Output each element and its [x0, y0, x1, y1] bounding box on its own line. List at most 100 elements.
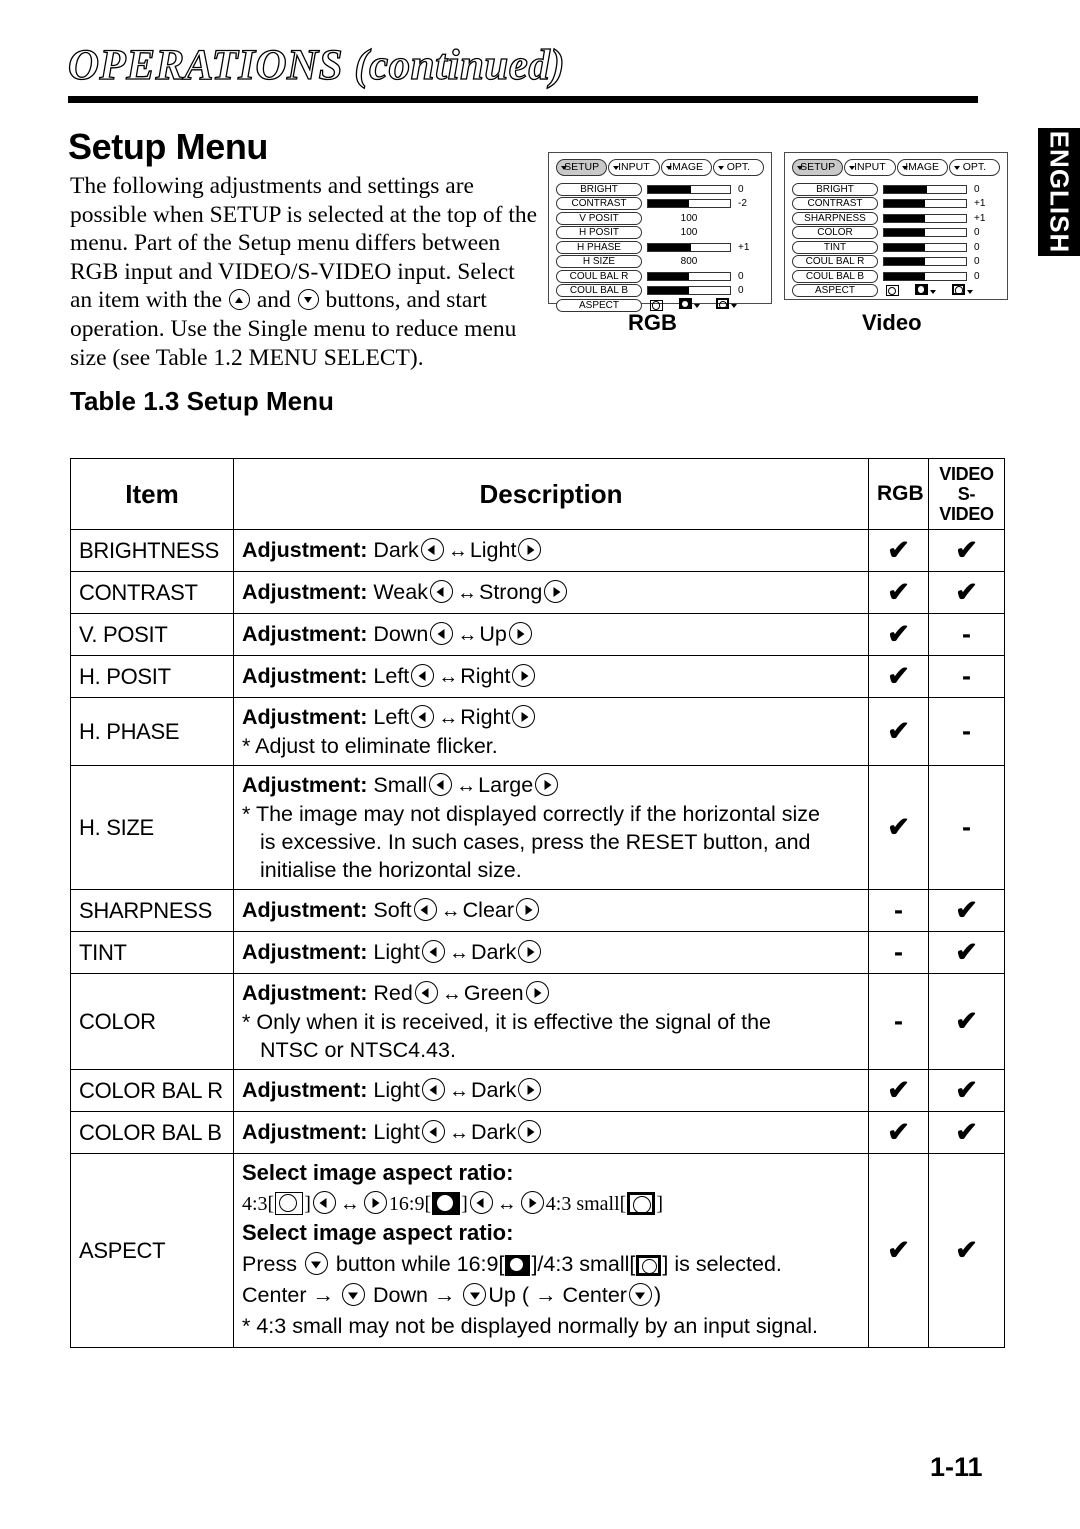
bidirectional-arrow-icon: ↔	[496, 1193, 517, 1215]
adjustment-left-word: Dark	[373, 538, 419, 562]
aspect-note: * 4:3 small may not be displayed normall…	[242, 1314, 819, 1338]
osd-aspect-icons	[878, 282, 1000, 300]
row-description: Adjustment: Down ↔Up	[233, 613, 869, 656]
page-title: Setup Menu	[68, 126, 268, 167]
up-button-icon	[228, 289, 250, 311]
adjustment-left-word: Left	[373, 664, 410, 688]
bidirectional-arrow-icon: ↔	[339, 1193, 360, 1215]
osd-row-label: H PHASE	[556, 240, 642, 254]
osd-menu-rgb: SETUP INPUT IMAGE OPT. BRIGHT 0 CONTRAST -2…	[548, 152, 772, 312]
osd-row: BRIGHT 0	[556, 182, 764, 197]
row-rgb-support: ✔	[868, 1153, 929, 1348]
row-item-name: COLOR BAL R	[70, 1069, 234, 1112]
right-button-icon	[518, 538, 542, 561]
osd-rows-rgb: BRIGHT 0 CONTRAST -2 V POSIT 100 H POSIT 100 H P…	[556, 182, 764, 313]
down-button-icon	[304, 1252, 328, 1275]
left-button-icon	[422, 1078, 446, 1101]
aspect-43-icon	[275, 1192, 304, 1215]
left-button-icon	[429, 580, 453, 603]
osd-row-value: +1	[878, 198, 1000, 209]
osd-row-value: 0	[878, 271, 1000, 282]
left-button-icon	[430, 622, 454, 645]
osd-row: ASPECT	[792, 282, 1000, 300]
aspect-43-icon	[886, 285, 899, 297]
bidirectional-arrow-icon: ↔	[449, 1122, 470, 1144]
aspect-43-small-icon	[627, 1192, 656, 1215]
osd-row: H PHASE +1	[556, 240, 764, 255]
table-row: H. SIZE Adjustment: Small ↔Large * The imag…	[70, 765, 1005, 890]
setup-menu-table: Item Description RGB VIDEO S-VIDEO BRIGH…	[70, 458, 1005, 1348]
osd-row-label: COLOR	[792, 226, 878, 240]
osd-tab-label: OPT.	[962, 161, 987, 173]
header-divider	[68, 96, 978, 103]
bidirectional-arrow-icon: ↔	[438, 707, 459, 729]
down-button-icon	[463, 1283, 487, 1306]
adjustment-label: Adjustment:	[242, 1120, 368, 1144]
caret-down-icon	[731, 304, 737, 309]
row-rgb-support: -	[868, 931, 929, 974]
left-button-icon	[414, 981, 438, 1004]
page-number: 1-11	[930, 1452, 983, 1482]
bidirectional-arrow-icon: ↔	[438, 666, 459, 688]
aspect-43-small-icon	[636, 1255, 662, 1276]
adjustment-right-word: Dark	[471, 1120, 517, 1144]
chapter-title: OPERATIONS (continued)	[67, 42, 566, 89]
aspect-169-icon	[679, 298, 692, 310]
bidirectional-arrow-icon: ↔	[457, 624, 478, 646]
row-item-name: V. POSIT	[70, 613, 234, 656]
osd-slider	[647, 184, 731, 194]
table-row: COLOR BAL R Adjustment: Light ↔Dark ✔ ✔	[70, 1069, 1005, 1112]
row-item-name: COLOR BAL B	[70, 1111, 234, 1154]
adjustment-label: Adjustment:	[242, 1078, 368, 1102]
left-button-icon	[411, 705, 435, 728]
adjustment-right-word: Right	[460, 664, 511, 688]
aspect-43small-group	[952, 282, 973, 300]
adjustment-left-word: Light	[373, 940, 421, 964]
row-video-support: ✔	[928, 973, 1005, 1070]
left-button-icon	[413, 898, 437, 921]
adjustment-right-word: Green	[463, 981, 524, 1005]
osd-row-value: +1	[642, 242, 764, 253]
row-item-name: H. POSIT	[70, 655, 234, 698]
adjustment-right-word: Light	[469, 538, 517, 562]
osd-row-label: V POSIT	[556, 211, 642, 225]
adjustment-label: Adjustment:	[242, 622, 368, 646]
intro-paragraph: The following adjustments and settings a…	[70, 172, 540, 372]
language-side-tab-label: ENGLISH	[1044, 130, 1075, 254]
osd-row: COUL BAL R 0	[556, 269, 764, 284]
adjustment-right-word: Clear	[462, 898, 515, 922]
row-video-support: ✔	[928, 931, 1005, 974]
osd-row: BRIGHT 0	[792, 182, 1000, 197]
osd-rows-video: BRIGHT 0 CONTRAST +1 SHARPNESS +1 COLOR 0 TINT 0 C…	[792, 182, 1000, 300]
osd-value-text: 0	[974, 183, 980, 195]
osd-row-value: 0	[878, 184, 1000, 195]
osd-row: H SIZE 800	[556, 255, 764, 269]
left-button-icon	[312, 1191, 336, 1214]
row-video-support: -	[928, 655, 1005, 698]
aspect-169-group	[915, 282, 936, 300]
adjustment-label: Adjustment:	[242, 981, 368, 1005]
right-button-icon	[525, 981, 549, 1004]
table-caption: Table 1.3 Setup Menu	[70, 386, 334, 416]
row-description: Adjustment: Small ↔Large * The image may n…	[233, 765, 869, 890]
osd-row-label: COUL BAL B	[792, 269, 878, 283]
row-video-support: ✔	[928, 571, 1005, 614]
table-row: BRIGHTNESS Adjustment: Dark ↔Light ✔ ✔	[70, 529, 1005, 572]
right-button-icon	[518, 940, 542, 963]
osd-tab-input-rgb: INPUT	[608, 159, 660, 176]
osd-row-label: BRIGHT	[556, 182, 642, 196]
row-description: Adjustment: Soft ↔Clear	[233, 889, 869, 932]
adjustment-label: Adjustment:	[242, 538, 368, 562]
caret-down-icon	[849, 166, 856, 170]
bidirectional-arrow-icon: ↔	[456, 775, 477, 797]
language-side-tab: ENGLISH	[1038, 128, 1080, 256]
right-button-icon	[535, 773, 559, 796]
table-header-row: Item Description RGB VIDEO S-VIDEO	[70, 458, 1005, 530]
osd-row-label: H POSIT	[556, 226, 642, 240]
osd-value-text: -2	[738, 198, 747, 210]
row-item-name: BRIGHTNESS	[70, 529, 234, 572]
adjustment-right-word: Dark	[471, 1078, 517, 1102]
caret-down-icon	[930, 289, 936, 294]
adjustment-left-word: Left	[373, 705, 410, 729]
adjustment-right-word: Large	[478, 773, 534, 797]
